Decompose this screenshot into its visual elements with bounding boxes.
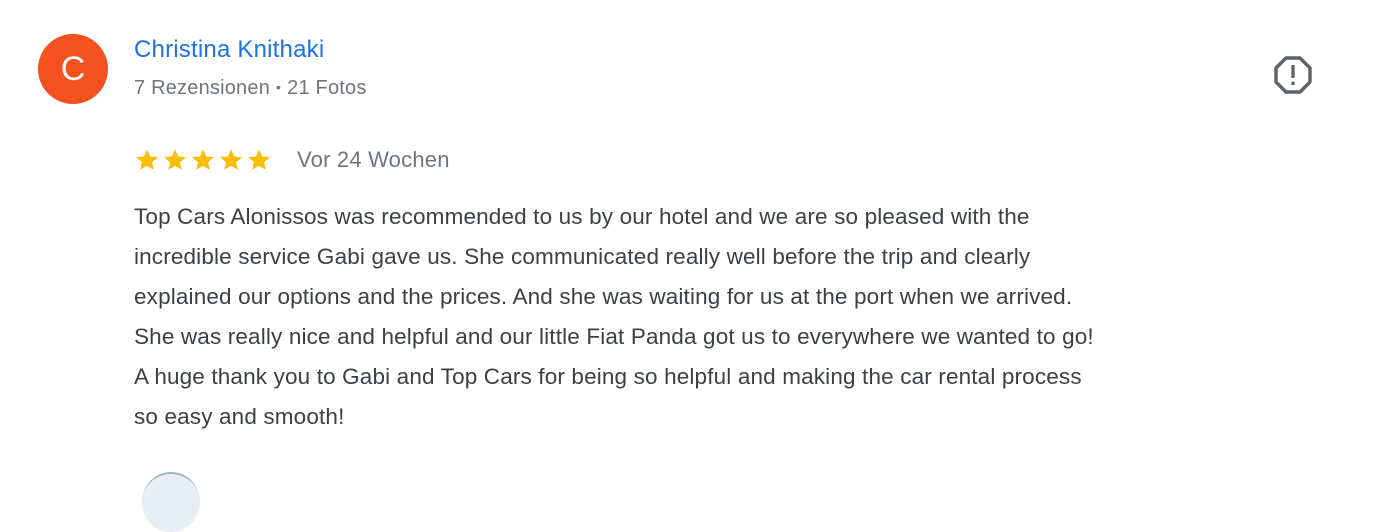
avatar-letter: C — [60, 50, 86, 88]
review-date: Vor 24 Wochen — [297, 147, 450, 172]
star-rating — [134, 147, 272, 173]
review-card: C Christina Knithaki 7 Rezensionen • 21 Fo… — [0, 0, 1388, 532]
reviews-count: 7 Rezensionen — [134, 77, 271, 99]
rating-row: Vor 24 Wochen — [134, 142, 450, 178]
photos-count: 21 Fotos — [287, 77, 367, 99]
author-avatar[interactable]: C — [38, 34, 108, 104]
star-icon — [220, 149, 242, 170]
meta-separator: • — [276, 79, 282, 95]
author-name-link[interactable]: Christina Knithaki — [134, 36, 324, 64]
star-icon — [164, 149, 186, 170]
report-review-button[interactable] — [1270, 52, 1316, 98]
star-icon — [136, 149, 158, 170]
star-icon — [248, 149, 270, 170]
next-review-avatar — [142, 472, 200, 532]
review-text: Top Cars Alonissos was recommended to us… — [134, 204, 1094, 429]
author-meta: 7 Rezensionen • 21 Fotos — [134, 77, 367, 100]
star-icon — [192, 149, 214, 170]
report-flag-icon — [1274, 56, 1312, 94]
